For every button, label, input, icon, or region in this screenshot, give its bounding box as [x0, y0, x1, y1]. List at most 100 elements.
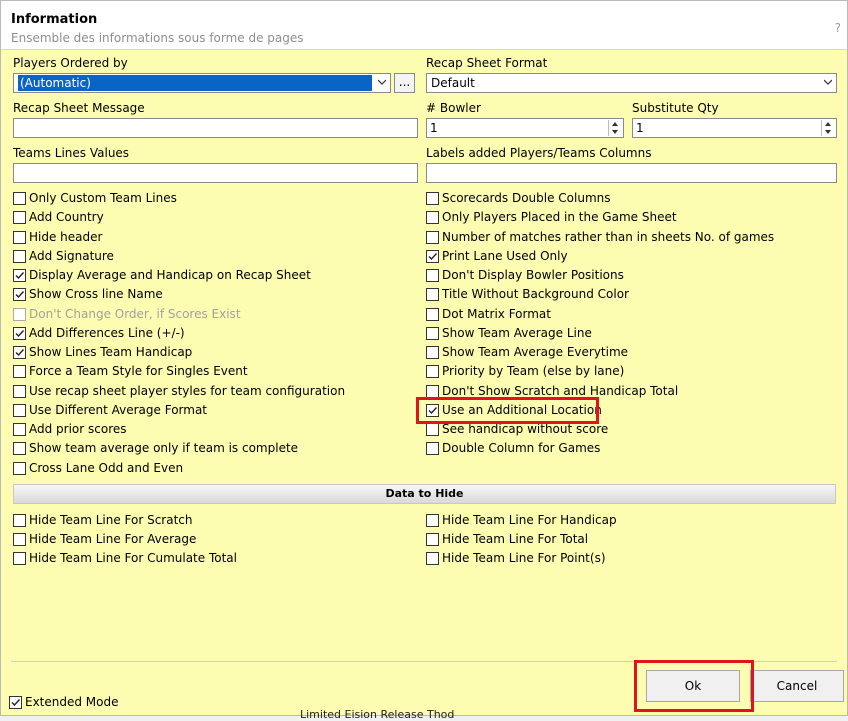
- don-t-change-order-if-scores-exist-label: Don't Change Order, if Scores Exist: [29, 306, 241, 321]
- dialog-subtitle: Ensemble des informations sous forme de …: [11, 31, 304, 45]
- checkbox-box: [9, 696, 22, 709]
- add-country-label: Add Country: [29, 210, 104, 225]
- checkbox-box: [426, 442, 439, 456]
- checkbox-box: [426, 346, 439, 359]
- chevron-down-icon: [378, 79, 386, 85]
- hide-team-line-for-average-label: Hide Team Line For Average: [29, 532, 197, 546]
- checkbox-box: [426, 423, 439, 436]
- data-to-hide-header: Data to Hide: [13, 484, 836, 504]
- checkbox-box: [426, 288, 439, 302]
- hide-team-line-for-total-label: Hide Team Line For Total: [442, 532, 589, 546]
- checkbox-box: [13, 346, 26, 359]
- cross-lane-odd-and-even-label: Cross Lane Odd and Even: [29, 460, 184, 475]
- add-signature-label: Add Signature: [29, 248, 114, 263]
- cancel-button[interactable]: Cancel: [750, 670, 844, 702]
- checkbox-box: [426, 552, 439, 565]
- show-team-average-only-if-team-is-complete-label: Show team average only if team is comple…: [29, 441, 299, 456]
- check-icon: [428, 406, 438, 414]
- substitute-qty-spinner[interactable]: 1: [632, 118, 837, 138]
- check-icon: [11, 699, 21, 707]
- hide-team-line-for-scratch-label: Hide Team Line For Scratch: [29, 513, 193, 527]
- spin-buttons-icon[interactable]: [821, 120, 835, 136]
- hide-team-line-for-point-s-label: Hide Team Line For Point(s): [442, 551, 606, 565]
- checkbox-box: [426, 211, 439, 225]
- labels-added-columns-label: Labels added Players/Teams Columns: [426, 146, 652, 160]
- only-players-placed-in-the-game-sheet-label: Only Players Placed in the Game Sheet: [442, 210, 677, 225]
- recap-sheet-format-label: Recap Sheet Format: [426, 56, 548, 70]
- checkbox-box: [13, 307, 26, 321]
- footer-separator: [11, 661, 837, 662]
- print-lane-used-only-label: Print Lane Used Only: [442, 248, 568, 263]
- checkbox-box: [13, 326, 26, 340]
- checkbox-box: [13, 423, 26, 436]
- use-an-additional-location-label: Use an Additional Location: [442, 402, 602, 417]
- title-without-background-color-label: Title Without Background Color: [442, 287, 629, 302]
- help-icon[interactable]: ?: [835, 21, 841, 35]
- checkbox-box: [13, 230, 26, 244]
- checkbox-box: [13, 403, 26, 417]
- recap-sheet-format-combo[interactable]: Default: [426, 73, 837, 93]
- checkbox-box: [426, 384, 439, 398]
- hide-team-line-for-handicap-label: Hide Team Line For Handicap: [442, 513, 617, 527]
- teams-lines-values-input[interactable]: [13, 163, 418, 183]
- number-of-matches-rather-than-in-sheets-no-of-games-label: Number of matches rather than in sheets …: [442, 229, 775, 244]
- teams-lines-values-label: Teams Lines Values: [13, 146, 130, 160]
- checkbox-box: [426, 249, 439, 263]
- dot-matrix-format-label: Dot Matrix Format: [442, 306, 551, 321]
- substitute-qty-label: Substitute Qty: [632, 101, 719, 115]
- show-lines-team-handicap-label: Show Lines Team Handicap: [29, 345, 193, 359]
- checkbox-box: [13, 461, 26, 475]
- checkbox-box: [426, 230, 439, 244]
- checkbox-box: [13, 288, 26, 302]
- checkbox-box: [426, 269, 439, 282]
- checkbox-box: [13, 533, 26, 546]
- information-dialog: Information Ensemble des informations so…: [0, 0, 848, 716]
- bowler-label: # Bowler: [426, 101, 481, 115]
- recap-sheet-message-label: Recap Sheet Message: [13, 101, 145, 115]
- extended-mode-label: Extended Mode: [25, 695, 119, 709]
- bowler-value: 1: [430, 121, 438, 135]
- force-a-team-style-for-singles-event-label: Force a Team Style for Singles Event: [29, 364, 248, 379]
- labels-added-columns-input[interactable]: [426, 163, 837, 183]
- dialog-title: Information: [11, 12, 98, 27]
- checkbox-box: [13, 211, 26, 225]
- scorecards-double-columns-label: Scorecards Double Columns: [442, 191, 611, 205]
- checkbox-box: [426, 326, 439, 340]
- checkbox-box: [13, 269, 26, 282]
- checkbox-box: [426, 533, 439, 546]
- don-t-display-bowler-positions-label: Don't Display Bowler Positions: [442, 268, 624, 282]
- check-icon: [15, 329, 25, 337]
- check-icon: [15, 291, 25, 299]
- checkbox-box: [426, 307, 439, 321]
- check-icon: [15, 272, 25, 280]
- add-differences-line-label: Add Differences Line (+/-): [29, 325, 185, 340]
- players-ordered-by-combo[interactable]: (Automatic): [13, 73, 391, 93]
- recap-sheet-message-input[interactable]: [13, 118, 418, 138]
- show-team-average-everytime-label: Show Team Average Everytime: [442, 345, 629, 359]
- checkbox-box: [13, 552, 26, 565]
- add-prior-scores-label: Add prior scores: [29, 422, 127, 436]
- check-icon: [428, 252, 438, 260]
- ok-button[interactable]: Ok: [646, 670, 740, 702]
- check-icon: [15, 349, 25, 357]
- checkbox-box: [13, 365, 26, 379]
- see-handicap-without-score-label: See handicap without score: [442, 422, 609, 436]
- checkbox-box: [426, 365, 439, 379]
- checkbox-box: [13, 384, 26, 398]
- checkbox-box: [426, 403, 439, 417]
- background-window-text: Limited Eision Release Thod: [300, 708, 455, 721]
- players-ordered-by-value: (Automatic): [18, 75, 372, 91]
- bowler-spinner[interactable]: 1: [426, 118, 624, 138]
- dialog-header: Information Ensemble des informations so…: [1, 1, 847, 50]
- players-order-more-button[interactable]: ...: [394, 73, 415, 93]
- only-custom-team-lines-label: Only Custom Team Lines: [29, 191, 177, 205]
- show-cross-line-name-label: Show Cross line Name: [29, 287, 163, 302]
- display-average-and-handicap-on-recap-sheet-label: Display Average and Handicap on Recap Sh…: [29, 268, 311, 282]
- use-recap-sheet-player-styles-for-team-configuration-label: Use recap sheet player styles for team c…: [29, 383, 346, 398]
- checkbox-box: [13, 514, 26, 527]
- priority-by-team-else-by-lane-label: Priority by Team (else by lane): [442, 364, 625, 379]
- checkbox-box: [426, 514, 439, 527]
- spin-buttons-icon[interactable]: [608, 120, 622, 136]
- checkbox-box: [13, 249, 26, 263]
- use-different-average-format-label: Use Different Average Format: [29, 402, 208, 417]
